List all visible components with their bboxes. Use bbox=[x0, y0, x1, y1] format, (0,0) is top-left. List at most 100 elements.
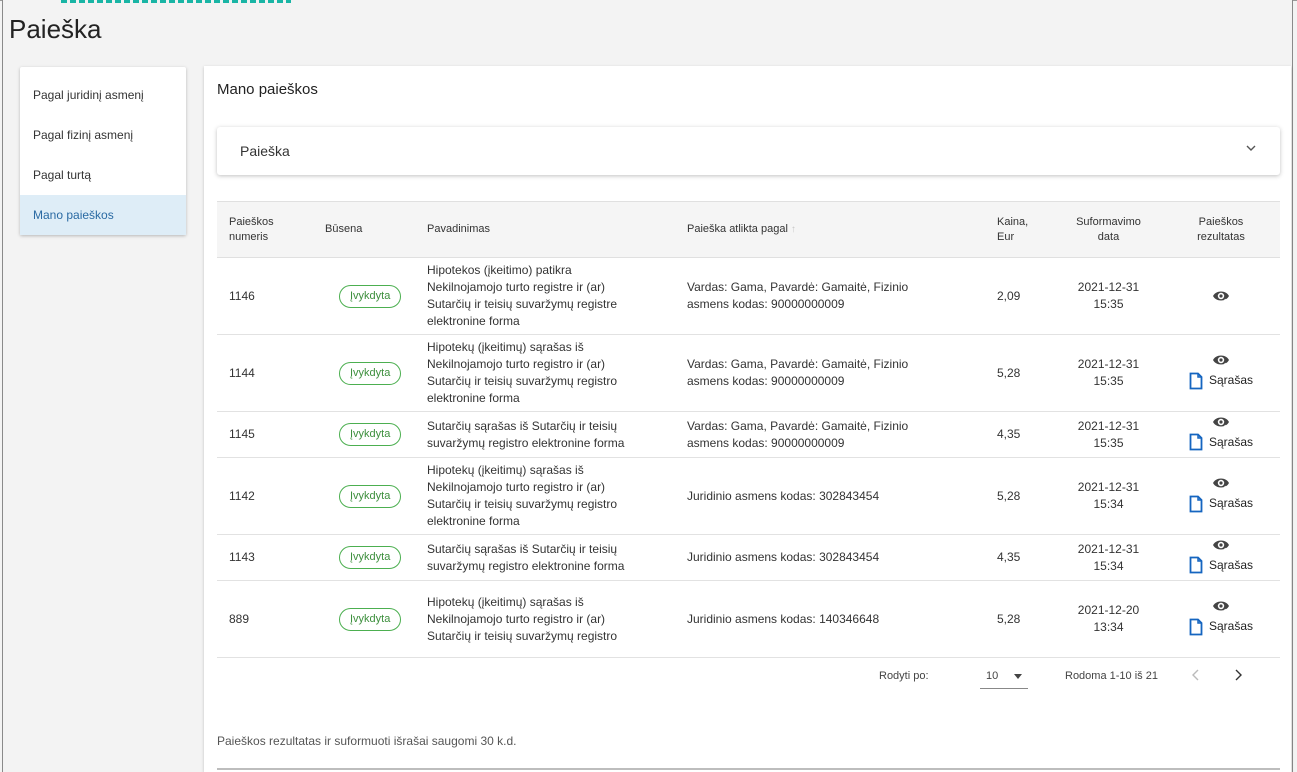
sidebar-item-fizinis[interactable]: Pagal fizinį asmenį bbox=[20, 115, 186, 155]
cell-price: 4,35 bbox=[985, 411, 1055, 458]
list-link-label[interactable]: Sąrašas bbox=[1209, 557, 1253, 574]
section-title: Mano paieškos bbox=[217, 81, 318, 98]
cell-name: Hipotekų (įkeitimų) sąrašas iš Nekilnojam… bbox=[415, 457, 675, 535]
table-row: 1146 Įvykdyta Hipotekos (įkeitimo) patikra… bbox=[217, 257, 1280, 335]
result-actions: Sąrašas bbox=[1189, 352, 1253, 390]
cell-status: Įvykdyta bbox=[313, 257, 415, 335]
result-actions bbox=[1212, 287, 1230, 305]
col-header-name[interactable]: Pavadinimas bbox=[415, 201, 675, 258]
cell-number: 1144 bbox=[217, 334, 313, 412]
chevron-down-icon[interactable] bbox=[1244, 141, 1258, 155]
eye-icon[interactable] bbox=[1212, 414, 1230, 430]
col-header-price[interactable]: Kaina, Eur bbox=[985, 201, 1055, 258]
document-icon[interactable] bbox=[1189, 433, 1203, 451]
status-badge: Įvykdyta bbox=[339, 423, 402, 446]
cell-result bbox=[1162, 257, 1280, 335]
cell-by: Vardas: Gama, Pavardė: Gamaitė, Fizinio a… bbox=[675, 411, 985, 458]
cell-name: Hipotekų (įkeitimų) sąrašas iš Nekilnojam… bbox=[415, 580, 675, 658]
sidebar-item-turtas[interactable]: Pagal turtą bbox=[20, 155, 186, 195]
list-link-label[interactable]: Sąrašas bbox=[1209, 495, 1253, 512]
search-expander-label: Paieška bbox=[240, 143, 290, 159]
retention-note: Paieškos rezultatas ir suformuoti išraša… bbox=[217, 734, 517, 748]
document-icon[interactable] bbox=[1189, 556, 1203, 574]
list-link-label[interactable]: Sąrašas bbox=[1209, 372, 1253, 389]
document-icon[interactable] bbox=[1189, 372, 1203, 390]
cell-date: 2021-12-20 13:34 bbox=[1055, 580, 1162, 658]
eye-icon[interactable] bbox=[1212, 537, 1230, 553]
search-expander[interactable]: Paieška bbox=[217, 127, 1280, 175]
cell-by: Juridinio asmens kodas: 302843454 bbox=[675, 457, 985, 535]
rows-per-page-label: Rodyti po: bbox=[879, 670, 929, 682]
table-row: 889 Įvykdyta Hipotekų (įkeitimų) sąrašas i… bbox=[217, 580, 1280, 658]
chevron-right-icon[interactable] bbox=[1230, 667, 1246, 683]
col-header-number[interactable]: Paieškos numeris bbox=[217, 201, 313, 258]
cell-status: Įvykdyta bbox=[313, 580, 415, 658]
list-link[interactable]: Sąrašas bbox=[1189, 372, 1253, 390]
list-link[interactable]: Sąrašas bbox=[1189, 495, 1253, 513]
sort-up-icon[interactable]: ↑ bbox=[791, 224, 796, 235]
cell-date: 2021-12-31 15:35 bbox=[1055, 411, 1162, 458]
cell-name: Hipotekos (įkeitimo) patikra Nekilnojamoj… bbox=[415, 257, 675, 335]
cell-status: Įvykdyta bbox=[313, 411, 415, 458]
table-row: 1143 Įvykdyta Sutarčių sąrašas iš Sutarčių… bbox=[217, 534, 1280, 581]
cell-number: 1142 bbox=[217, 457, 313, 535]
cell-result: Sąrašas bbox=[1162, 580, 1280, 658]
eye-icon[interactable] bbox=[1212, 475, 1230, 491]
col-header-result: Paieškos rezultatas bbox=[1162, 201, 1280, 258]
sidebar: Pagal juridinį asmenį Pagal fizinį asmen… bbox=[20, 67, 186, 235]
cell-by: Vardas: Gama, Pavardė: Gamaitė, Fizinio a… bbox=[675, 334, 985, 412]
cell-number: 1143 bbox=[217, 534, 313, 581]
cell-number: 1146 bbox=[217, 257, 313, 335]
cell-result: Sąrašas bbox=[1162, 411, 1280, 458]
cell-result: Sąrašas bbox=[1162, 334, 1280, 412]
cell-result: Sąrašas bbox=[1162, 457, 1280, 535]
top-decoration bbox=[61, 0, 291, 3]
sidebar-item-juridinis[interactable]: Pagal juridinį asmenį bbox=[20, 75, 186, 115]
cell-by: Juridinio asmens kodas: 140346648 bbox=[675, 580, 985, 658]
result-actions: Sąrašas bbox=[1189, 475, 1253, 513]
col-header-by[interactable]: Paieška atlikta pagal ↑ bbox=[675, 201, 985, 258]
cell-status: Įvykdyta bbox=[313, 457, 415, 535]
pagination-range: Rodoma 1-10 iš 21 bbox=[1065, 670, 1158, 682]
cell-price: 2,09 bbox=[985, 257, 1055, 335]
col-header-date[interactable]: Suformavimo data bbox=[1055, 201, 1162, 258]
page-title: Paieška bbox=[9, 14, 102, 44]
table-row: 1142 Įvykdyta Hipotekų (įkeitimų) sąrašas … bbox=[217, 457, 1280, 535]
list-link-label[interactable]: Sąrašas bbox=[1209, 618, 1253, 635]
cell-number: 889 bbox=[217, 580, 313, 658]
list-link[interactable]: Sąrašas bbox=[1189, 556, 1253, 574]
cell-price: 4,35 bbox=[985, 534, 1055, 581]
table-row: 1145 Įvykdyta Sutarčių sąrašas iš Sutarčių… bbox=[217, 411, 1280, 458]
cell-number: 1145 bbox=[217, 411, 313, 458]
cell-date: 2021-12-31 15:35 bbox=[1055, 334, 1162, 412]
list-link-label[interactable]: Sąrašas bbox=[1209, 434, 1253, 451]
cell-date: 2021-12-31 15:34 bbox=[1055, 534, 1162, 581]
status-badge: Įvykdyta bbox=[339, 361, 402, 385]
rows-per-page-select[interactable]: 10 bbox=[980, 664, 1028, 689]
cell-price: 5,28 bbox=[985, 580, 1055, 658]
col-header-status[interactable]: Būsena bbox=[313, 201, 415, 258]
eye-icon[interactable] bbox=[1212, 352, 1230, 368]
document-icon[interactable] bbox=[1189, 618, 1203, 636]
result-actions: Sąrašas bbox=[1189, 598, 1253, 636]
cell-status: Įvykdyta bbox=[313, 534, 415, 581]
cell-date: 2021-12-31 15:34 bbox=[1055, 457, 1162, 535]
rows-per-page-value: 10 bbox=[986, 670, 999, 682]
sidebar-item-mano-paieskos[interactable]: Mano paieškos bbox=[20, 195, 186, 235]
chevron-left-icon[interactable] bbox=[1188, 667, 1204, 683]
cell-name: Sutarčių sąrašas iš Sutarčių ir teisių su… bbox=[415, 411, 675, 458]
status-badge: Įvykdyta bbox=[339, 284, 402, 308]
cell-name: Sutarčių sąrašas iš Sutarčių ir teisių su… bbox=[415, 534, 675, 581]
cell-by: Juridinio asmens kodas: 302843454 bbox=[675, 534, 985, 581]
results-table: Paieškos numeris Būsena Pavadinimas Paieš… bbox=[217, 201, 1280, 658]
eye-icon[interactable] bbox=[1212, 288, 1230, 304]
cell-date: 2021-12-31 15:35 bbox=[1055, 257, 1162, 335]
list-link[interactable]: Sąrašas bbox=[1189, 618, 1253, 636]
list-link[interactable]: Sąrašas bbox=[1189, 433, 1253, 451]
document-icon[interactable] bbox=[1189, 495, 1203, 513]
eye-icon[interactable] bbox=[1212, 598, 1230, 614]
status-badge: Įvykdyta bbox=[339, 546, 402, 569]
result-actions: Sąrašas bbox=[1189, 536, 1253, 574]
cell-by: Vardas: Gama, Pavardė: Gamaitė, Fizinio a… bbox=[675, 257, 985, 335]
bottom-divider bbox=[217, 768, 1280, 770]
